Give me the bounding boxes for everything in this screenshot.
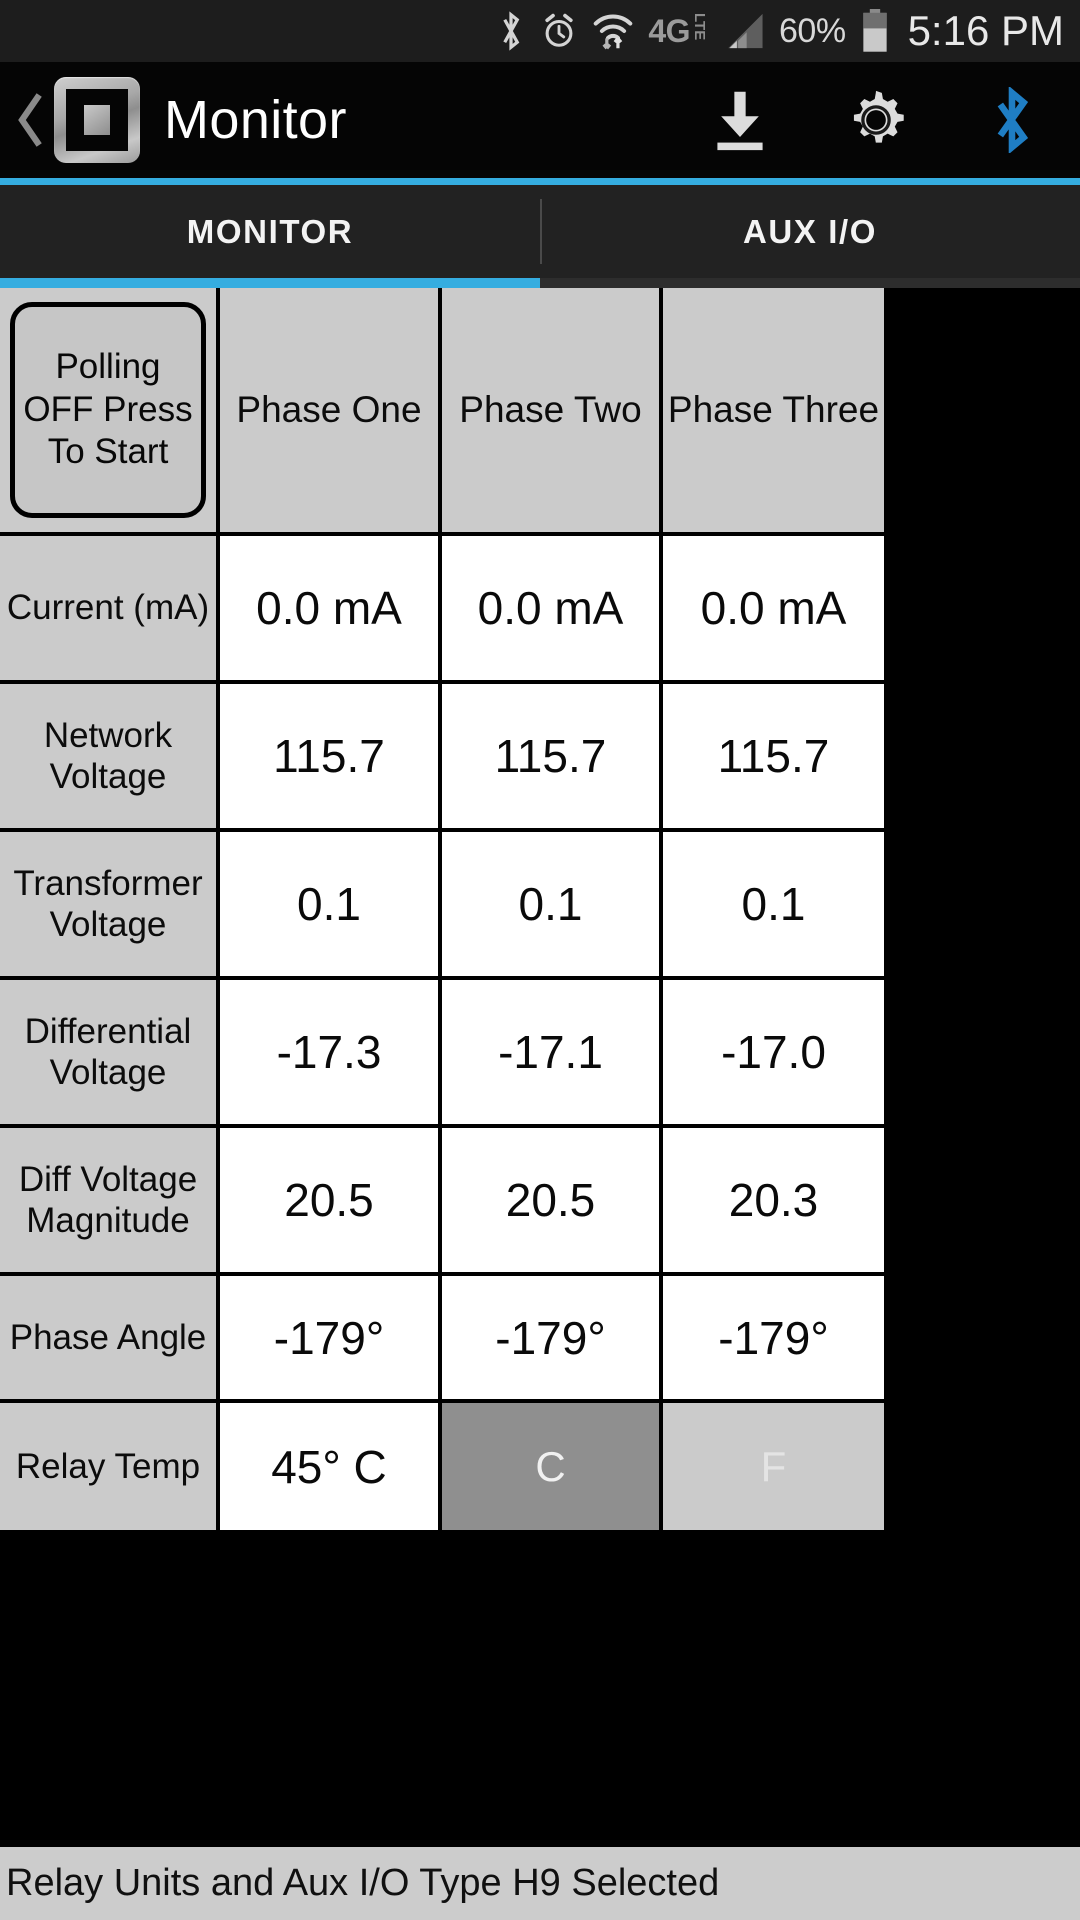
tab-bar: MONITOR AUX I/O (0, 185, 1080, 278)
battery-icon (860, 9, 890, 53)
row-value: 115.7 (442, 684, 663, 828)
back-button[interactable] (6, 62, 52, 178)
row-value: 0.1 (220, 832, 442, 976)
bluetooth-button[interactable] (944, 62, 1080, 178)
clock-label: 5:16 PM (907, 7, 1064, 54)
action-bar: Monitor (0, 62, 1080, 178)
relay-temp-value: 45° C (220, 1403, 442, 1530)
column-header-label: Phase One (236, 389, 422, 430)
tab-aux-io-label: AUX I/O (742, 212, 878, 250)
row-value: -179° (663, 1276, 884, 1399)
tab-indicator-strip (0, 278, 1080, 288)
lte-sublabel: LTE (691, 12, 709, 40)
row-value: -179° (220, 1276, 442, 1399)
status-footer-label: Relay Units and Aux I/O Type H9 Selected (6, 1862, 720, 1904)
column-header-label: Phase Three (667, 389, 880, 430)
table-row: Phase Angle -179° -179° -179° (0, 1276, 1080, 1403)
row-value: 20.5 (442, 1128, 663, 1272)
alarm-clock-icon (540, 12, 578, 50)
row-value: 0.1 (663, 832, 884, 976)
row-value: 0.0 mA (220, 536, 442, 680)
row-label: Phase Angle (0, 1276, 220, 1399)
chevron-left-icon (18, 93, 42, 147)
network-type-label: 4G (648, 12, 691, 49)
bluetooth-icon (496, 11, 526, 51)
row-value: 115.7 (220, 684, 442, 828)
app-logo-inner (66, 89, 128, 151)
polling-cell: Polling OFF Press To Start (0, 288, 220, 532)
row-value: -17.0 (663, 980, 884, 1124)
4g-lte-icon: 4G LTE (648, 12, 709, 50)
row-label: Current (mA) (0, 536, 220, 680)
status-footer: Relay Units and Aux I/O Type H9 Selected (0, 1847, 1080, 1920)
row-label: Network Voltage (0, 684, 220, 828)
wifi-icon (592, 11, 634, 51)
page-title: Monitor (164, 90, 347, 150)
action-bar-actions (672, 62, 1080, 178)
row-label: Relay Temp (0, 1403, 220, 1530)
table-row: Network Voltage 115.7 115.7 115.7 (0, 684, 1080, 832)
cellular-signal-icon (721, 11, 765, 51)
row-value: 20.5 (220, 1128, 442, 1272)
column-header-phase-three: Phase Three (663, 288, 884, 532)
row-value: -17.1 (442, 980, 663, 1124)
download-icon (717, 91, 763, 151)
unit-celsius-button[interactable]: C (442, 1403, 663, 1530)
row-value: 0.1 (442, 832, 663, 976)
row-label: Transformer Voltage (0, 832, 220, 976)
row-value: 0.0 mA (663, 536, 884, 680)
table-row: Differential Voltage -17.3 -17.1 -17.0 (0, 980, 1080, 1128)
row-value: -17.3 (220, 980, 442, 1124)
monitor-table: Polling OFF Press To Start Phase One Pha… (0, 288, 1080, 1847)
row-value: 115.7 (663, 684, 884, 828)
unit-fahrenheit-button[interactable]: F (663, 1403, 884, 1530)
tab-indicator-aux-io (540, 278, 1080, 288)
table-row: Current (mA) 0.0 mA 0.0 mA 0.0 mA (0, 536, 1080, 684)
table-row: Diff Voltage Magnitude 20.5 20.5 20.3 (0, 1128, 1080, 1276)
bluetooth-icon (997, 87, 1029, 153)
row-label: Differential Voltage (0, 980, 220, 1124)
polling-toggle-button[interactable]: Polling OFF Press To Start (10, 302, 206, 518)
tab-indicator-monitor (0, 278, 540, 288)
status-bar: 4G LTE 60% 5:16 PM (0, 0, 1080, 62)
column-header-label: Phase Two (459, 389, 642, 430)
column-header-phase-two: Phase Two (442, 288, 663, 532)
table-header-row: Polling OFF Press To Start Phase One Pha… (0, 288, 1080, 536)
row-value: 20.3 (663, 1128, 884, 1272)
gear-icon (853, 90, 904, 143)
download-button[interactable] (672, 62, 808, 178)
app-logo-icon (54, 77, 140, 163)
tab-aux-io[interactable]: AUX I/O (540, 185, 1080, 278)
battery-percent-label: 60% (779, 11, 846, 50)
column-header-phase-one: Phase One (220, 288, 442, 532)
tab-monitor-label: MONITOR (186, 212, 354, 250)
table-row-relay-temp: Relay Temp 45° C C F (0, 1403, 1080, 1530)
row-value: -179° (442, 1276, 663, 1399)
tab-monitor[interactable]: MONITOR (0, 185, 540, 278)
table-row: Transformer Voltage 0.1 0.1 0.1 (0, 832, 1080, 980)
row-value: 0.0 mA (442, 536, 663, 680)
app-logo-core (84, 105, 110, 135)
settings-button[interactable] (808, 62, 944, 178)
row-label: Diff Voltage Magnitude (0, 1128, 220, 1272)
accent-divider (0, 178, 1080, 185)
